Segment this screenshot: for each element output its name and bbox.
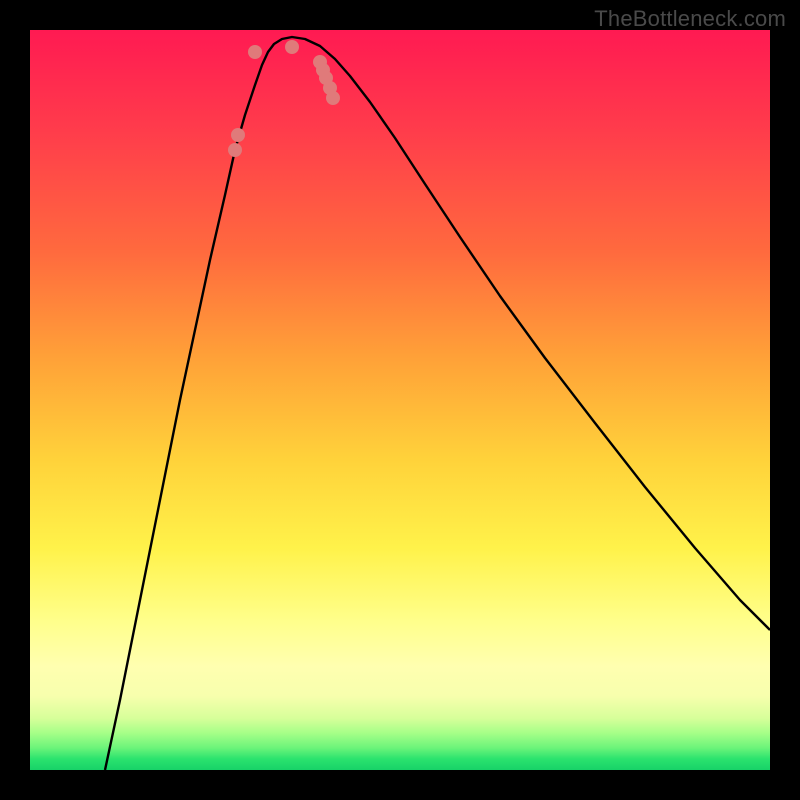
highlight-dot — [326, 91, 340, 105]
bottleneck-curve — [105, 37, 770, 770]
curve-svg — [30, 30, 770, 770]
chart-frame: TheBottleneck.com — [0, 0, 800, 800]
plot-area — [30, 30, 770, 770]
highlight-dot — [228, 143, 242, 157]
highlight-dot — [248, 45, 262, 59]
highlight-dot — [285, 40, 299, 54]
highlight-dot — [231, 128, 245, 142]
watermark-text: TheBottleneck.com — [594, 6, 786, 32]
